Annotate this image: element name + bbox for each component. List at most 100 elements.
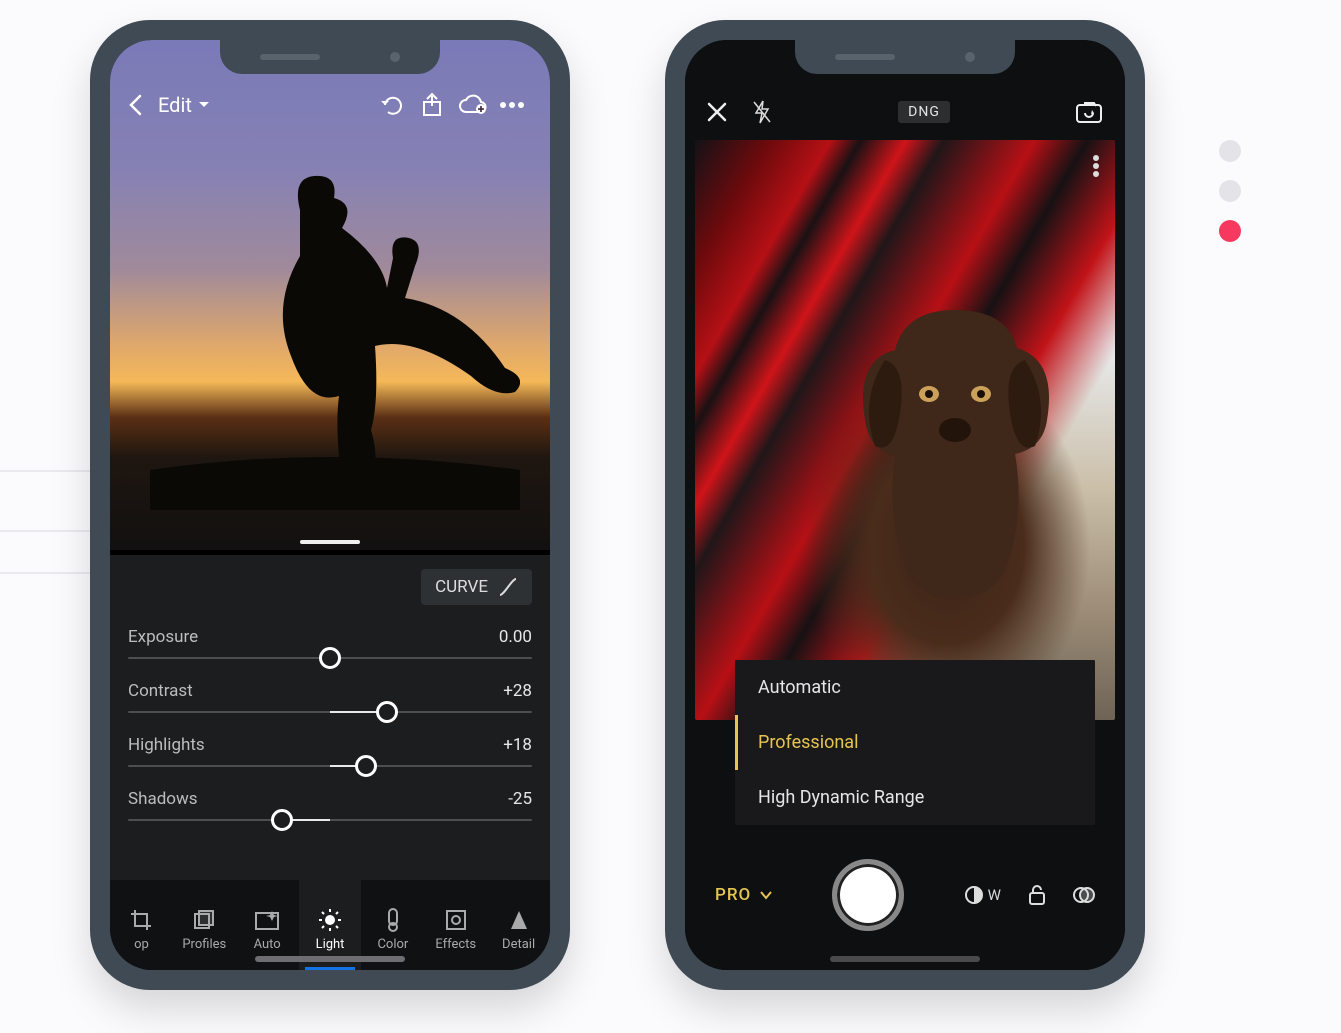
photo-subject-silhouette — [150, 170, 520, 510]
tool-label: Light — [316, 937, 345, 952]
more-horizontal-icon — [499, 101, 525, 109]
filter-button[interactable] — [1073, 885, 1095, 905]
caret-down-icon — [198, 101, 210, 109]
cloud-add-icon — [457, 94, 487, 116]
overlap-circles-icon — [1073, 885, 1095, 905]
switch-camera-button[interactable] — [1075, 100, 1103, 124]
mode-label: PRO — [715, 885, 751, 905]
phone-frame-editor: Edit CURVE Exposure — [90, 20, 570, 990]
curve-button[interactable]: CURVE — [421, 569, 532, 605]
white-balance-button[interactable]: W — [964, 885, 1001, 905]
chevron-down-icon — [759, 890, 773, 900]
active-tool-indicator — [305, 967, 355, 970]
slider-knob[interactable] — [271, 809, 293, 831]
slider-label: Exposure — [128, 627, 198, 647]
tool-label: op — [134, 937, 149, 952]
screen-title-dropdown[interactable]: Edit — [158, 93, 210, 117]
phone-notch — [220, 40, 440, 74]
slider-track[interactable] — [128, 819, 532, 821]
close-button[interactable] — [707, 102, 727, 122]
tool-label: Effects — [435, 937, 476, 952]
slider-value: +28 — [503, 681, 532, 701]
panel-grab-handle[interactable] — [300, 540, 360, 544]
auto-icon — [254, 907, 280, 933]
mode-option-high-dynamic-range[interactable]: High Dynamic Range — [735, 770, 1095, 825]
slider-value: -25 — [508, 789, 532, 809]
options-icon[interactable] — [1091, 154, 1101, 178]
color-icon — [383, 907, 403, 933]
profiles-icon — [192, 907, 216, 933]
curve-icon — [498, 577, 518, 597]
effects-icon — [445, 907, 467, 933]
crop-icon — [129, 907, 153, 933]
cloud-add-button[interactable] — [452, 94, 492, 116]
slider-track[interactable] — [128, 657, 532, 659]
half-circle-icon — [964, 885, 984, 905]
white-balance-label: W — [988, 886, 1001, 904]
undo-button[interactable] — [372, 95, 412, 115]
slider-knob[interactable] — [355, 755, 377, 777]
slider-shadows[interactable]: Shadows -25 — [128, 789, 532, 821]
phone-frame-camera: DNG AutomaticProfe — [665, 20, 1145, 990]
share-icon — [421, 92, 443, 118]
mode-option-professional[interactable]: Professional — [735, 715, 1095, 770]
carousel-dot-active[interactable] — [1219, 220, 1241, 242]
viewfinder-image-dog[interactable] — [695, 140, 1115, 720]
phone-notch — [795, 40, 1015, 74]
carousel-dot[interactable] — [1219, 180, 1241, 202]
camera-top-bar: DNG — [685, 92, 1125, 132]
photo-subject-dog — [825, 290, 1085, 610]
shutter-button[interactable] — [832, 859, 904, 931]
mode-selector[interactable]: PRO — [715, 885, 773, 905]
slider-knob[interactable] — [319, 647, 341, 669]
slider-value: 0.00 — [499, 627, 532, 647]
slider-track[interactable] — [128, 711, 532, 713]
undo-icon — [379, 95, 405, 115]
more-button[interactable] — [492, 101, 532, 109]
flash-toggle-button[interactable] — [751, 99, 773, 125]
file-format-badge[interactable]: DNG — [898, 101, 950, 123]
screen-title-label: Edit — [158, 93, 192, 117]
light-adjustments-panel: CURVE Exposure 0.00 Contrast +28 Highlig… — [110, 555, 550, 880]
editor-top-bar: Edit — [110, 80, 550, 130]
slider-label: Contrast — [128, 681, 193, 701]
tool-label: Color — [377, 937, 408, 952]
tool-detail[interactable]: Detail — [487, 880, 550, 970]
screen-editor: Edit CURVE Exposure — [110, 40, 550, 970]
carousel-dot[interactable] — [1219, 140, 1241, 162]
back-button[interactable] — [128, 94, 158, 116]
carousel-dots — [1219, 140, 1241, 242]
slider-highlights[interactable]: Highlights +18 — [128, 735, 532, 767]
slider-knob[interactable] — [376, 701, 398, 723]
background-line — [0, 572, 95, 574]
curve-button-label: CURVE — [435, 577, 488, 597]
home-indicator[interactable] — [255, 956, 405, 962]
mode-option-automatic[interactable]: Automatic — [735, 660, 1095, 715]
lock-open-icon — [1027, 884, 1047, 906]
tool-profiles[interactable]: Profiles — [173, 880, 236, 970]
tool-effects[interactable]: Effects — [424, 880, 487, 970]
slider-contrast[interactable]: Contrast +28 — [128, 681, 532, 713]
tool-label: Auto — [254, 937, 281, 952]
share-button[interactable] — [412, 92, 452, 118]
slider-label: Shadows — [128, 789, 198, 809]
slider-exposure[interactable]: Exposure 0.00 — [128, 627, 532, 659]
tool-crop[interactable]: op — [110, 880, 173, 970]
background-line — [0, 530, 95, 532]
detail-icon — [509, 907, 529, 933]
close-icon — [707, 102, 727, 122]
tool-label: Detail — [502, 937, 535, 952]
slider-track[interactable] — [128, 765, 532, 767]
screen-camera: DNG AutomaticProfe — [685, 40, 1125, 970]
capture-mode-menu: AutomaticProfessionalHigh Dynamic Range — [735, 660, 1095, 825]
home-indicator[interactable] — [830, 956, 980, 962]
flash-off-icon — [751, 99, 773, 125]
slider-value: +18 — [503, 735, 532, 755]
background-line — [0, 470, 95, 472]
camera-switch-icon — [1075, 100, 1103, 124]
light-icon — [318, 907, 342, 933]
camera-bottom-bar: PRO W — [685, 850, 1125, 940]
slider-label: Highlights — [128, 735, 205, 755]
tool-label: Profiles — [182, 937, 226, 952]
lock-button[interactable] — [1027, 884, 1047, 906]
